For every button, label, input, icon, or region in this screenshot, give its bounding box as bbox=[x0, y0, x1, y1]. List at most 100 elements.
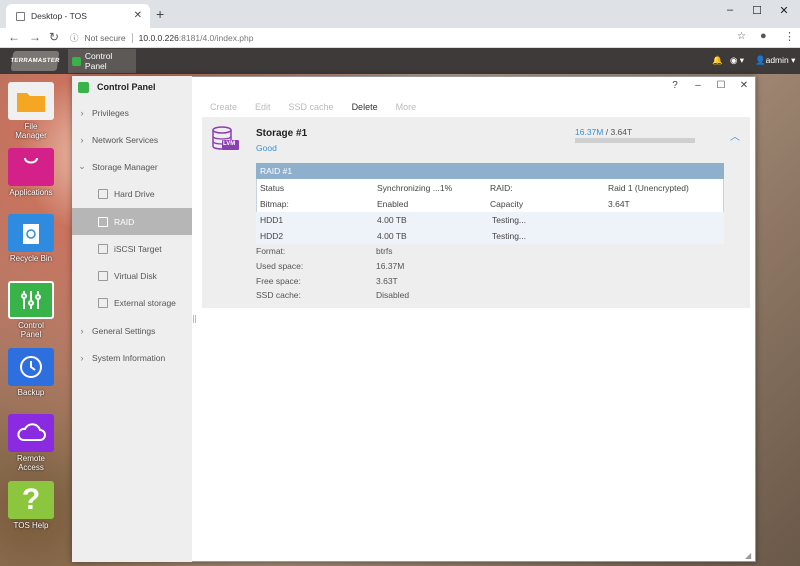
shopping-bag-icon bbox=[8, 148, 54, 186]
more-button[interactable]: More bbox=[396, 102, 417, 112]
new-tab-button[interactable]: + bbox=[156, 6, 164, 22]
url-host: 10.0.0.226 bbox=[138, 33, 179, 43]
lvm-label: LVM bbox=[223, 141, 236, 147]
sidebar-item-hard-drive[interactable]: Hard Drive bbox=[72, 180, 192, 207]
globe-icon[interactable]: ◉ ▾ bbox=[730, 55, 744, 66]
capacity-progress-bar bbox=[575, 138, 695, 143]
sidebar-resize-handle[interactable] bbox=[193, 315, 196, 323]
cell: Testing... bbox=[492, 215, 527, 225]
control-panel-icon bbox=[72, 56, 81, 66]
divider bbox=[131, 33, 133, 43]
create-button[interactable]: Create bbox=[210, 102, 237, 112]
table-row: Status Synchronizing ...1% RAID: Raid 1 … bbox=[256, 180, 724, 196]
sidebar-item-network-services[interactable]: › Network Services bbox=[72, 126, 192, 153]
collapse-chevron-icon[interactable]: ︿ bbox=[730, 128, 740, 143]
terramaster-logo: TERRAMASTER bbox=[10, 51, 60, 71]
sidebar-item-privileges[interactable]: › Privileges bbox=[72, 99, 192, 126]
info-label: SSD cache: bbox=[256, 290, 301, 300]
address-bar[interactable]: ⓘ Not secure 10.0.0.226 :8181/4.0/index.… bbox=[70, 30, 750, 46]
close-tab-icon[interactable]: ✕ bbox=[134, 10, 142, 21]
window-title-text: Control Panel bbox=[97, 82, 156, 92]
tab-title: Desktop - TOS bbox=[31, 11, 87, 21]
browser-tab[interactable]: Desktop - TOS ✕ bbox=[6, 4, 150, 28]
table-row: HDD1 4.00 TB Testing... bbox=[256, 212, 724, 228]
back-button[interactable]: ← bbox=[8, 30, 20, 44]
cell: 4.00 TB bbox=[377, 215, 407, 225]
sidebar-item-system-information[interactable]: › System Information bbox=[72, 344, 192, 371]
desktop-icon-label: File Manager bbox=[15, 122, 47, 140]
edit-button[interactable]: Edit bbox=[255, 102, 271, 112]
hard-drive-icon bbox=[98, 188, 108, 199]
bell-icon[interactable]: 🔔 bbox=[712, 55, 723, 66]
desktop-icon-recycle-bin[interactable]: Recycle Bin bbox=[8, 214, 54, 263]
chevron-right-icon: › bbox=[80, 325, 84, 336]
info-value: 16.37M bbox=[376, 261, 405, 271]
close-window-button[interactable]: ✕ bbox=[774, 4, 794, 17]
sidebar-item-storage-manager[interactable]: ⌄ Storage Manager bbox=[72, 153, 192, 180]
cell: Synchronizing ...1% bbox=[377, 183, 453, 193]
iscsi-icon bbox=[98, 243, 108, 254]
forward-button[interactable]: → bbox=[29, 30, 41, 44]
desktop-icon-control-panel[interactable]: Control Panel bbox=[8, 281, 54, 339]
question-mark-icon: ? bbox=[8, 481, 54, 519]
taskbar-control-panel[interactable]: Control Panel bbox=[68, 49, 136, 73]
cell: 3.64T bbox=[608, 199, 630, 209]
window-maximize-button[interactable]: ☐ bbox=[713, 80, 729, 91]
sidebar-item-label: General Settings bbox=[92, 325, 156, 336]
cell: 4.00 TB bbox=[377, 231, 407, 241]
info-label: Format: bbox=[256, 246, 286, 256]
sidebar-item-virtual-disk[interactable]: Virtual Disk bbox=[72, 262, 192, 289]
sidebar-item-label: Network Services bbox=[92, 134, 159, 145]
clock-icon bbox=[8, 348, 54, 386]
capacity-text: 16.37M / 3.64T bbox=[575, 127, 632, 137]
page-icon bbox=[16, 11, 25, 21]
window-minimize-button[interactable]: – bbox=[690, 80, 706, 91]
desktop-icon-backup[interactable]: Backup bbox=[8, 348, 54, 397]
delete-button[interactable]: Delete bbox=[352, 102, 378, 112]
recycle-bin-icon bbox=[8, 214, 54, 252]
external-storage-icon bbox=[98, 297, 108, 308]
account-icon[interactable]: ● bbox=[760, 30, 767, 42]
sidebar-item-raid[interactable]: RAID bbox=[72, 208, 192, 235]
desktop-icon-applications[interactable]: Applications bbox=[8, 148, 54, 197]
desktop-icon-remote-access[interactable]: Remote Access bbox=[8, 414, 54, 472]
window-resize-handle[interactable]: ◢ bbox=[745, 551, 751, 560]
sliders-icon bbox=[8, 281, 54, 319]
sidebar-item-label: iSCSI Target bbox=[114, 243, 162, 254]
ssd-cache-button[interactable]: SSD cache bbox=[289, 102, 334, 112]
sidebar-item-label: External storage bbox=[114, 297, 176, 308]
sidebar-item-label: RAID bbox=[114, 216, 135, 227]
window-close-button[interactable]: ✕ bbox=[736, 80, 752, 91]
sidebar-item-label: Virtual Disk bbox=[114, 270, 157, 281]
window-title: Control Panel bbox=[72, 76, 192, 98]
help-button[interactable]: ? bbox=[667, 80, 683, 91]
info-label: Used space: bbox=[256, 261, 304, 271]
sidebar-item-iscsi-target[interactable]: iSCSI Target bbox=[72, 235, 192, 262]
cell: Enabled bbox=[377, 199, 409, 209]
cell: Capacity bbox=[490, 199, 524, 209]
user-menu[interactable]: 👤admin ▾ bbox=[755, 55, 795, 66]
chevron-right-icon: › bbox=[80, 107, 84, 118]
reload-button[interactable]: ↻ bbox=[49, 30, 59, 44]
chevron-right-icon: › bbox=[80, 352, 84, 363]
info-icon: ⓘ bbox=[70, 33, 79, 43]
minimize-window-button[interactable]: – bbox=[720, 4, 740, 16]
desktop-icon-tos-help[interactable]: ? TOS Help bbox=[8, 481, 54, 530]
sidebar-item-label: Hard Drive bbox=[114, 188, 155, 199]
control-panel-icon bbox=[78, 81, 89, 93]
sidebar-item-general-settings[interactable]: › General Settings bbox=[72, 317, 192, 344]
desktop-icon-label: TOS Help bbox=[13, 521, 49, 530]
cell: Testing... bbox=[492, 231, 527, 241]
table-row: HDD2 4.00 TB Testing... bbox=[256, 228, 724, 244]
taskbar-app-label: Control Panel bbox=[84, 51, 113, 71]
menu-icon[interactable]: ⋮ bbox=[784, 30, 795, 43]
sidebar-item-external-storage[interactable]: External storage bbox=[72, 289, 192, 316]
bookmark-star-icon[interactable]: ☆ bbox=[737, 31, 746, 42]
maximize-window-button[interactable]: ☐ bbox=[747, 4, 767, 17]
info-label: Free space: bbox=[256, 276, 301, 286]
desktop-icon-file-manager[interactable]: File Manager bbox=[8, 82, 54, 140]
chevron-down-icon: ⌄ bbox=[78, 161, 86, 171]
storage-name: Storage #1 bbox=[256, 128, 308, 139]
desktop-icon-label: Remote Access bbox=[16, 454, 45, 472]
cell: Status bbox=[260, 183, 285, 193]
